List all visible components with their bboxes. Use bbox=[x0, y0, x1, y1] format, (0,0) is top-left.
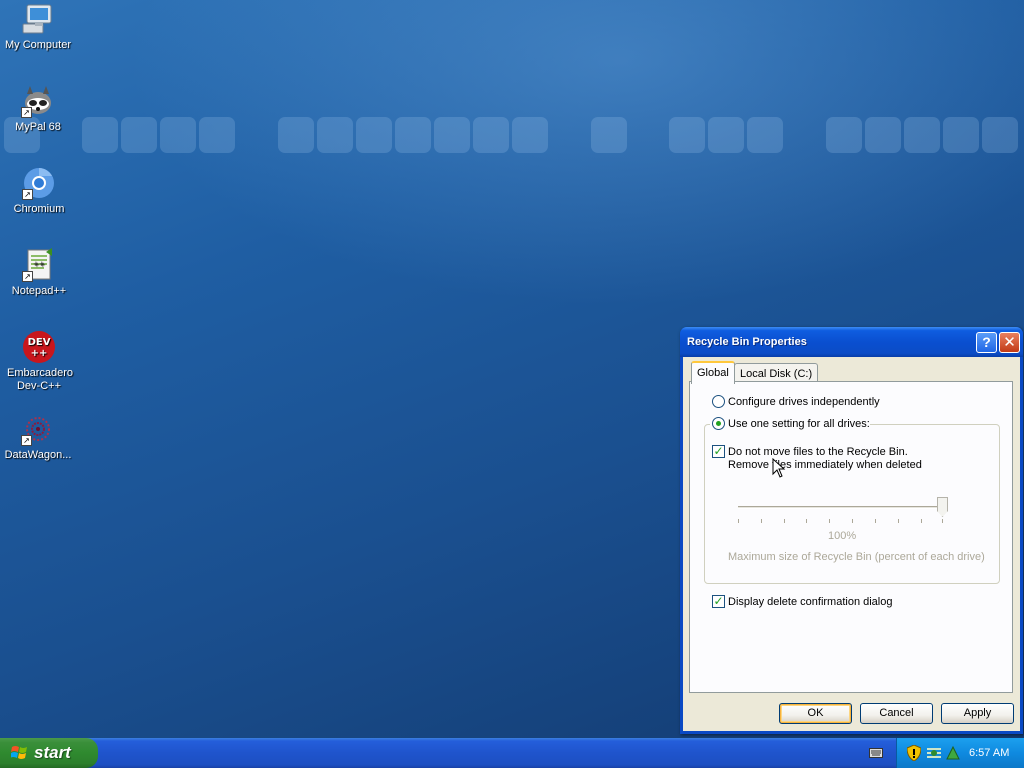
no-recycle-label-line2: Remove files immediately when deleted bbox=[728, 459, 922, 471]
radio-configure-independently-label[interactable]: Configure drives independently bbox=[728, 396, 880, 408]
help-button[interactable]: ? bbox=[976, 332, 997, 353]
my-computer-icon bbox=[21, 2, 55, 36]
dialog-title: Recycle Bin Properties bbox=[687, 336, 807, 348]
ok-button[interactable]: OK bbox=[779, 703, 852, 724]
shortcut-arrow-icon: ↗ bbox=[21, 107, 32, 118]
mypal-icon: ↗ bbox=[21, 84, 55, 118]
update-icon[interactable] bbox=[945, 745, 961, 761]
dev-cpp-icon: DEV ++ bbox=[22, 330, 56, 364]
network-icon[interactable] bbox=[925, 746, 943, 760]
dev-badge-bottom: ++ bbox=[31, 348, 48, 359]
tab-global[interactable]: Global bbox=[691, 361, 735, 384]
datawagon-icon: ↗ bbox=[21, 412, 55, 446]
cancel-button[interactable]: Cancel bbox=[860, 703, 933, 724]
checkbox-no-recycle[interactable]: ✓ bbox=[712, 445, 725, 458]
radio-one-setting-label[interactable]: Use one setting for all drives: bbox=[728, 418, 870, 430]
desktop-icon-notepad-plus-plus[interactable]: ++ ↗ Notepad++ bbox=[1, 248, 77, 298]
no-recycle-label-line1[interactable]: Do not move files to the Recycle Bin. bbox=[728, 446, 908, 458]
radio-configure-independently[interactable] bbox=[712, 395, 725, 408]
close-button[interactable]: ✕ bbox=[999, 332, 1020, 353]
shortcut-arrow-icon: ↗ bbox=[22, 271, 33, 282]
slider-caption: Maximum size of Recycle Bin (percent of … bbox=[728, 551, 985, 563]
dialog-client-area: Global Local Disk (C:) Configure drives … bbox=[683, 357, 1020, 731]
windows-flag-icon bbox=[11, 746, 27, 759]
recycle-bin-properties-dialog: Recycle Bin Properties ? ✕ Global Local … bbox=[680, 327, 1023, 734]
start-button[interactable]: start bbox=[0, 738, 98, 768]
clock[interactable]: 6:57 AM bbox=[969, 747, 1009, 759]
dialog-titlebar[interactable]: Recycle Bin Properties ? ✕ bbox=[680, 327, 1023, 357]
system-tray: 6:57 AM bbox=[896, 738, 1024, 768]
tab-local-disk[interactable]: Local Disk (C:) bbox=[734, 363, 819, 383]
shortcut-arrow-icon: ↗ bbox=[21, 435, 32, 446]
desktop-icon-chromium[interactable]: ↗ Chromium bbox=[1, 166, 77, 216]
wallpaper-tile-row bbox=[0, 117, 1024, 155]
keyboard-icon[interactable] bbox=[869, 748, 883, 758]
start-label: start bbox=[34, 743, 71, 762]
recycle-size-slider-track bbox=[738, 506, 944, 509]
desktop-icon-my-computer[interactable]: My Computer bbox=[0, 2, 76, 52]
desktop-icon-dev-cpp[interactable]: DEV ++ Embarcadero Dev-C++ bbox=[1, 330, 77, 393]
checkbox-confirm-delete[interactable]: ✓ bbox=[712, 595, 725, 608]
tab-panel-global: Configure drives independently Use one s… bbox=[689, 381, 1013, 693]
security-shield-icon[interactable] bbox=[907, 745, 921, 761]
radio-one-setting[interactable] bbox=[712, 417, 725, 430]
taskbar: start 6:57 AM bbox=[0, 738, 1024, 768]
chromium-icon: ↗ bbox=[22, 166, 56, 200]
shortcut-arrow-icon: ↗ bbox=[22, 189, 33, 200]
confirm-delete-label[interactable]: Display delete confirmation dialog bbox=[728, 596, 892, 608]
slider-percent-label: 100% bbox=[828, 530, 857, 542]
notepad-plus-plus-icon: ++ ↗ bbox=[22, 248, 56, 282]
mouse-cursor-icon bbox=[772, 458, 786, 478]
desktop-icon-datawagon[interactable]: ↗ DataWagon... bbox=[0, 412, 76, 462]
apply-button[interactable]: Apply bbox=[941, 703, 1014, 724]
desktop-icon-mypal[interactable]: ↗ MyPal 68 bbox=[0, 84, 76, 134]
svg-text:++: ++ bbox=[33, 260, 45, 268]
dev-badge-top: DEV bbox=[28, 337, 51, 348]
